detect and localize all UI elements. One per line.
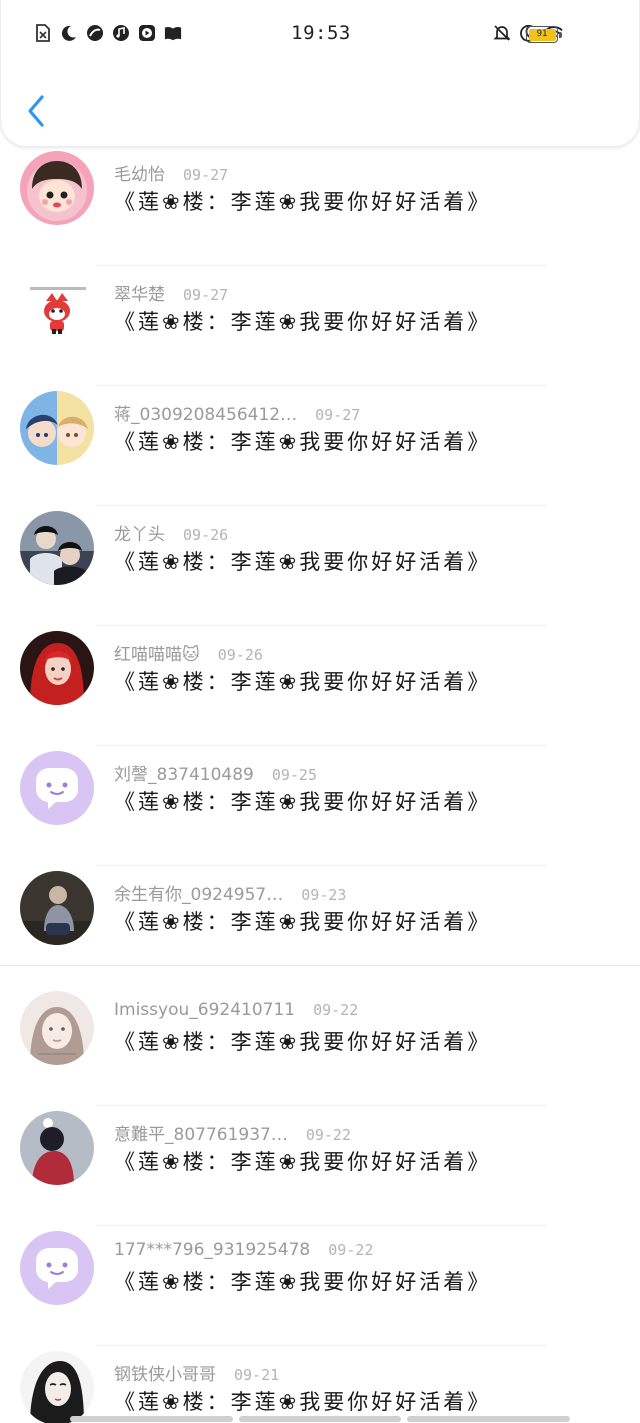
avatar[interactable] — [20, 511, 94, 585]
avatar[interactable] — [20, 1111, 94, 1185]
username[interactable]: 毛幼怡 — [114, 160, 165, 185]
comment-text: 《莲❀楼：李莲❀我要你好好活着》 — [114, 550, 492, 574]
battery-indicator: 91 — [526, 26, 558, 43]
comment-date: 09-26 — [183, 526, 229, 544]
list-item[interactable]: 龙丫头 09-26 《莲❀楼：李莲❀我要你好好活着》 — [0, 506, 640, 626]
comment-date: 09-23 — [301, 886, 347, 904]
avatar[interactable] — [20, 151, 94, 225]
scroll-indicator — [70, 1416, 571, 1422]
comment-text: 《莲❀楼：李莲❀我要你好好活着》 — [114, 1030, 492, 1054]
girl-face-avatar-icon — [20, 991, 94, 1065]
username[interactable]: 蒋_0309208456412… — [114, 400, 297, 425]
comment-meta: 刘謦_837410489 09-25 — [114, 760, 317, 785]
username[interactable]: 龙丫头 — [114, 520, 165, 545]
list-item[interactable]: 余生有你_0924957… 09-23 《莲❀楼：李莲❀我要你好好活着》 — [0, 866, 640, 986]
username[interactable]: 刘謦_837410489 — [114, 760, 254, 785]
girl-back-avatar-icon — [20, 1111, 94, 1185]
comment-meta: 翠华楚 09-27 — [114, 280, 228, 305]
username[interactable]: 177***796_931925478 — [114, 1240, 310, 1260]
username[interactable]: 钢铁侠小哥哥 — [114, 1360, 216, 1385]
default-chat-avatar-icon — [20, 1231, 94, 1305]
cartoon-girl-avatar-icon — [20, 151, 94, 225]
comment-date: 09-21 — [234, 1366, 280, 1384]
list-item[interactable]: 177***796_931925478 09-22 《莲❀楼：李莲❀我要你好好活… — [0, 1226, 640, 1346]
anime-boys-avatar-icon — [20, 391, 94, 465]
comment-date: 09-27 — [183, 286, 229, 304]
comment-date: 09-22 — [305, 1126, 351, 1144]
comment-meta: 177***796_931925478 09-22 — [114, 1240, 373, 1260]
sitting-person-avatar-icon — [20, 871, 94, 945]
comment-meta: Imissyou_692410711 09-22 — [114, 1000, 358, 1020]
comment-meta: 毛幼怡 09-27 — [114, 160, 228, 185]
avatar[interactable] — [20, 1231, 94, 1305]
scroll-indicator-segment — [238, 1416, 402, 1422]
comment-meta: 红喵喵喵🐱 09-26 — [114, 640, 263, 665]
drama-actors-avatar-icon — [20, 511, 94, 585]
comment-date: 09-26 — [217, 646, 263, 664]
battery-tip — [559, 32, 562, 38]
list-item[interactable]: Imissyou_692410711 09-22 《莲❀楼：李莲❀我要你好好活着… — [0, 986, 640, 1106]
avatar[interactable] — [20, 1351, 94, 1423]
list-item[interactable]: 毛幼怡 09-27 《莲❀楼：李莲❀我要你好好活着》 — [0, 146, 640, 266]
comment-meta: 余生有你_0924957… 09-23 — [114, 880, 346, 905]
comment-date: 09-27 — [183, 166, 229, 184]
comment-meta: 蒋_0309208456412… 09-27 — [114, 400, 360, 425]
red-hair-girl-avatar-icon — [20, 631, 94, 705]
comment-date: 09-22 — [328, 1241, 374, 1259]
avatar[interactable] — [20, 751, 94, 825]
chevron-left-icon — [28, 95, 44, 127]
avatar[interactable] — [20, 391, 94, 465]
username[interactable]: Imissyou_692410711 — [114, 1000, 295, 1020]
avatar[interactable] — [20, 871, 94, 945]
list-item[interactable]: 钢铁侠小哥哥 09-21 《莲❀楼：李莲❀我要你好好活着》 — [0, 1346, 640, 1423]
avatar[interactable] — [20, 631, 94, 705]
list-item[interactable]: 翠华楚 09-27 《莲❀楼：李莲❀我要你好好活着》 — [0, 266, 640, 386]
comment-meta: 钢铁侠小哥哥 09-21 — [114, 1360, 279, 1385]
comment-meta: 龙丫头 09-26 — [114, 520, 228, 545]
username[interactable]: 红喵喵喵🐱 — [114, 640, 200, 665]
comment-meta: 意難平_807761937… 09-22 — [114, 1120, 351, 1145]
username[interactable]: 意難平_807761937… — [114, 1120, 288, 1145]
comment-list-screen: 19:53 91 毛幼怡 09-27 《莲❀楼：李莲❀我要你好好活着》 翠华楚 … — [0, 0, 640, 1423]
avatar[interactable] — [20, 271, 94, 345]
comment-text: 《莲❀楼：李莲❀我要你好好活着》 — [114, 670, 492, 694]
scroll-indicator-segment — [407, 1416, 571, 1422]
list-item[interactable]: 意難平_807761937… 09-22 《莲❀楼：李莲❀我要你好好活着》 — [0, 1106, 640, 1226]
default-chat-avatar-icon — [20, 751, 94, 825]
comment-text: 《莲❀楼：李莲❀我要你好好活着》 — [114, 1270, 492, 1294]
comment-text: 《莲❀楼：李莲❀我要你好好活着》 — [114, 1390, 492, 1414]
cartoon-fox-avatar-icon — [20, 271, 94, 345]
back-button[interactable] — [19, 90, 53, 132]
avatar[interactable] — [20, 991, 94, 1065]
list-item[interactable]: 蒋_0309208456412… 09-27 《莲❀楼：李莲❀我要你好好活着》 — [0, 386, 640, 506]
username[interactable]: 翠华楚 — [114, 280, 165, 305]
status-bar: 19:53 91 — [1, 20, 640, 52]
comment-text: 《莲❀楼：李莲❀我要你好好活着》 — [114, 190, 492, 214]
section-divider — [0, 965, 640, 966]
list-item[interactable]: 红喵喵喵🐱 09-26 《莲❀楼：李莲❀我要你好好活着》 — [0, 626, 640, 746]
comment-date: 09-22 — [313, 1001, 359, 1019]
battery-level: 91 — [528, 28, 556, 41]
comment-date: 09-27 — [315, 406, 361, 424]
comment-text: 《莲❀楼：李莲❀我要你好好活着》 — [114, 790, 492, 814]
header: 19:53 91 — [0, 0, 640, 147]
comment-text: 《莲❀楼：李莲❀我要你好好活着》 — [114, 430, 492, 454]
username[interactable]: 余生有你_0924957… — [114, 880, 283, 905]
bell-off-icon — [493, 24, 511, 42]
comment-date: 09-25 — [271, 766, 317, 784]
comment-text: 《莲❀楼：李莲❀我要你好好活着》 — [114, 1150, 492, 1174]
list-item[interactable]: 刘謦_837410489 09-25 《莲❀楼：李莲❀我要你好好活着》 — [0, 746, 640, 866]
comment-text: 《莲❀楼：李莲❀我要你好好活着》 — [114, 910, 492, 934]
comment-text: 《莲❀楼：李莲❀我要你好好活着》 — [114, 310, 492, 334]
sketch-girl-avatar-icon — [20, 1351, 94, 1423]
scroll-indicator-segment — [70, 1416, 233, 1422]
